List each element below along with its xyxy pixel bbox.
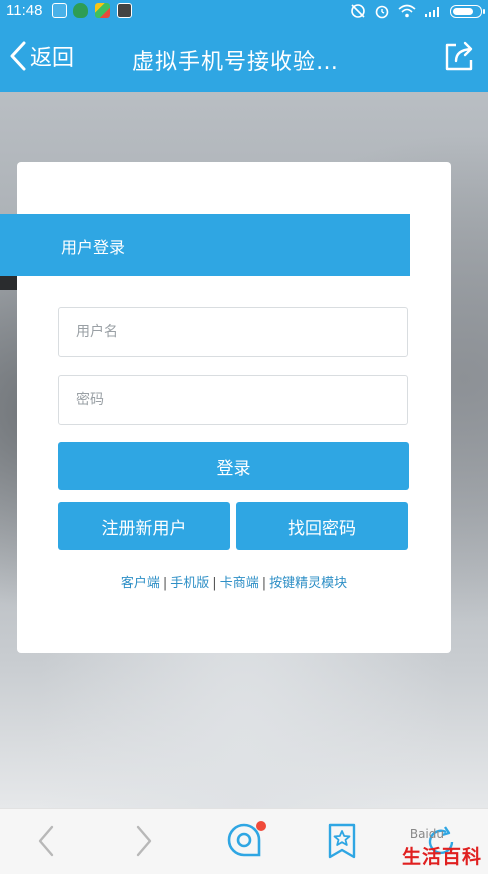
login-button[interactable]: 登录 [58,442,409,490]
sync-off-icon [351,4,365,18]
gallery-notification-icon [117,3,132,18]
battery-icon [450,4,485,18]
tabs-button[interactable] [224,821,266,863]
signal-icon [425,7,439,17]
username-field[interactable] [58,307,408,357]
link-card-merchant[interactable]: 卡商端 [220,576,259,591]
colorful-app-icon [95,3,110,18]
alarm-icon [375,5,389,19]
watermark: 生活百科 [401,846,482,868]
link-client[interactable]: 客户端 [121,576,160,591]
page-title: 虚拟手机号接收验… [132,50,340,75]
browser-back-button[interactable] [36,823,56,863]
back-button[interactable]: 返回 [8,40,74,72]
navigation-bar: 返回 虚拟手机号接收验… [0,22,488,92]
back-arrow-icon [38,825,54,857]
footer-links: 客户端 | 手机版 | 卡商端 | 按键精灵模块 [0,572,468,591]
browser-forward-button[interactable] [134,823,154,863]
link-button-wizard-module[interactable]: 按键精灵模块 [269,576,347,591]
register-button[interactable]: 注册新用户 [58,502,230,550]
bookmark-star-icon [328,823,356,859]
back-label: 返回 [30,46,75,71]
bookmark-button[interactable] [327,823,357,863]
password-input[interactable] [59,376,396,424]
share-icon [445,41,473,71]
recover-password-button[interactable]: 找回密码 [236,502,408,550]
notification-badge [256,821,266,831]
chevron-left-icon [10,41,26,71]
link-separator: | [212,576,217,591]
app-notification-icon [52,3,67,18]
status-bar: 11:48 [0,0,488,22]
shield-notification-icon [73,3,88,18]
status-time: 11:48 [6,2,43,19]
username-input[interactable] [59,308,396,356]
share-button[interactable] [442,40,476,78]
wifi-icon [398,4,416,18]
login-header: 用户登录 [0,214,410,276]
forward-arrow-icon [136,825,152,857]
link-separator: | [261,576,267,591]
watermark-baidu: Baidu [409,827,444,841]
link-mobile[interactable]: 手机版 [170,576,209,591]
password-field[interactable] [58,375,408,425]
link-separator: | [162,576,168,591]
login-header-title: 用户登录 [61,238,126,257]
